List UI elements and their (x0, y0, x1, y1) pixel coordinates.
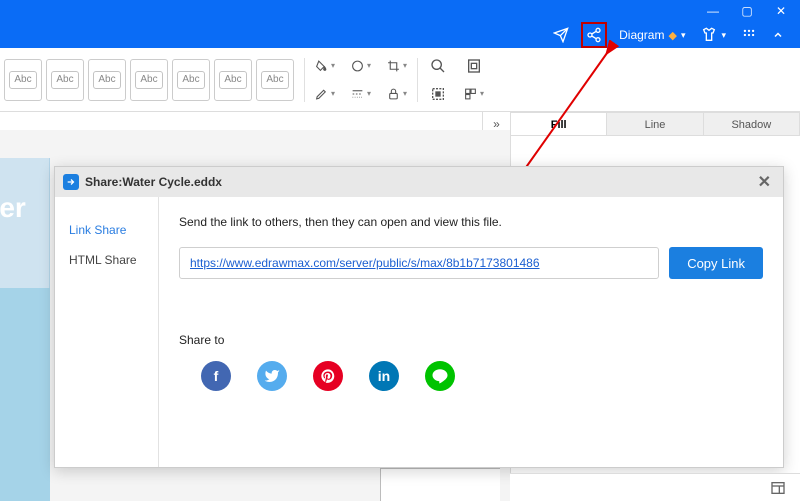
dialog-title-prefix: Share: (85, 175, 122, 189)
page-edge (380, 468, 500, 501)
document-background: ter (0, 158, 50, 288)
premium-diamond-icon: ◆ (668, 29, 676, 42)
dialog-file-name: Water Cycle.eddx (122, 175, 222, 189)
pinterest-icon[interactable] (313, 361, 343, 391)
shape-style-2[interactable]: Abc (46, 59, 84, 101)
linkedin-icon[interactable]: in (369, 361, 399, 391)
shape-outline-icon[interactable]: ▾ (351, 56, 371, 76)
share-to-label: Share to (179, 333, 763, 347)
share-dialog: Share: Water Cycle.eddx ✕ Link Share HTM… (54, 166, 784, 468)
separator (417, 58, 418, 102)
shape-style-7[interactable]: Abc (256, 59, 294, 101)
copy-link-button[interactable]: Copy Link (669, 247, 763, 279)
tab-fill[interactable]: Fill (510, 112, 606, 136)
sidebar-item-link-share[interactable]: Link Share (55, 215, 158, 245)
tab-shadow[interactable]: Shadow (703, 112, 800, 136)
select-all-icon[interactable] (428, 84, 448, 104)
lock-icon[interactable]: ▾ (387, 84, 407, 104)
fit-page-icon[interactable] (464, 56, 484, 76)
shape-style-4[interactable]: Abc (130, 59, 168, 101)
collapse-ribbon-icon[interactable] (768, 27, 788, 43)
send-icon[interactable] (549, 25, 573, 45)
arrange-icon[interactable]: ▾ (464, 84, 484, 104)
twitter-icon[interactable] (257, 361, 287, 391)
facebook-icon[interactable]: f (201, 361, 231, 391)
diagram-dropdown[interactable]: Diagram ◆ ▾ (615, 26, 689, 44)
share-instruction-text: Send the link to others, then they can o… (179, 215, 763, 229)
dialog-close-button[interactable]: ✕ (754, 172, 775, 192)
statusbar (510, 473, 800, 501)
line-icon[interactable] (425, 361, 455, 391)
document-background-lower (0, 288, 50, 501)
shape-style-6[interactable]: Abc (214, 59, 252, 101)
tab-line[interactable]: Line (606, 112, 702, 136)
window-close[interactable]: ✕ (774, 4, 788, 18)
separator (304, 58, 305, 102)
app-logo-icon (63, 174, 79, 190)
window-minimize[interactable]: — (706, 4, 720, 18)
shape-style-1[interactable]: Abc (4, 59, 42, 101)
page-title-fragment: ter (0, 192, 26, 224)
share-icon[interactable] (581, 22, 607, 48)
shape-style-5[interactable]: Abc (172, 59, 210, 101)
dialog-titlebar: Share: Water Cycle.eddx ✕ (55, 167, 783, 197)
chevron-down-icon: ▾ (681, 30, 686, 41)
line-style-icon[interactable]: ▾ (351, 84, 371, 104)
zoom-search-icon[interactable] (428, 56, 448, 76)
shape-style-3[interactable]: Abc (88, 59, 126, 101)
layout-toggle-icon[interactable] (768, 478, 788, 498)
apps-grid-icon[interactable] (738, 26, 760, 44)
chevron-down-icon: ▾ (721, 30, 726, 41)
crop-icon[interactable]: ▾ (387, 56, 407, 76)
dialog-sidebar: Link Share HTML Share (55, 197, 159, 467)
diagram-label: Diagram (619, 28, 664, 42)
sidebar-item-html-share[interactable]: HTML Share (55, 245, 158, 275)
fill-bucket-icon[interactable]: ▾ (315, 56, 335, 76)
window-maximize[interactable]: ▢ (740, 4, 754, 18)
share-link-field[interactable]: https://www.edrawmax.com/server/public/s… (179, 247, 659, 279)
theme-shirt-icon[interactable]: ▾ (697, 25, 730, 45)
ribbon-toolbar: Abc Abc Abc Abc Abc Abc Abc ▾ ▾ ▾ ▾ ▾ ▾ … (0, 48, 800, 112)
pen-line-icon[interactable]: ▾ (315, 84, 335, 104)
